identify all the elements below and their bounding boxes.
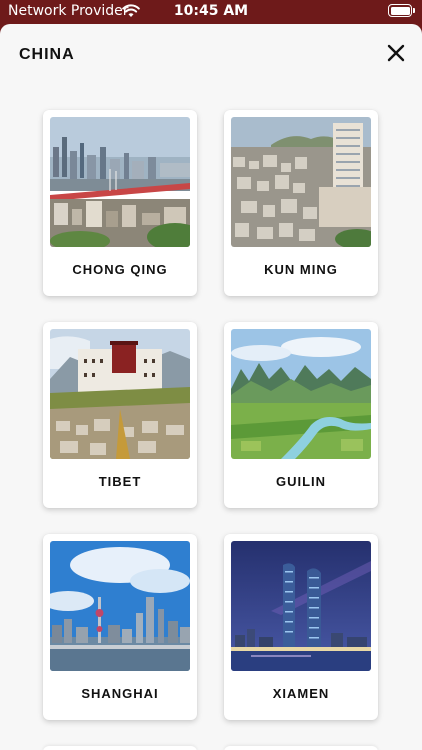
page-title: CHINA bbox=[19, 46, 75, 63]
chong-qing-image bbox=[50, 117, 190, 247]
destination-label: KUN MING bbox=[264, 262, 338, 277]
close-icon[interactable] bbox=[384, 41, 408, 65]
destination-label: CHONG QING bbox=[72, 262, 168, 277]
destination-label: GUILIN bbox=[275, 474, 327, 489]
destination-card-kun-ming[interactable]: KUN MING bbox=[224, 110, 378, 296]
shanghai-image bbox=[50, 541, 190, 671]
destination-card-guilin[interactable]: GUILIN bbox=[224, 322, 378, 508]
tibet-image bbox=[50, 329, 190, 459]
xiamen-image bbox=[231, 541, 371, 671]
destination-label: XIAMEN bbox=[272, 686, 330, 701]
guilin-image bbox=[231, 329, 371, 459]
next-card-peek bbox=[43, 746, 197, 750]
destination-card-xiamen[interactable]: XIAMEN bbox=[224, 534, 378, 720]
destination-sheet: CHINA CHONG QING KUN MING TIBET GUILIN S… bbox=[0, 24, 422, 750]
battery-icon bbox=[388, 4, 415, 17]
next-card-peek bbox=[224, 746, 378, 750]
destination-card-chong-qing[interactable]: CHONG QING bbox=[43, 110, 197, 296]
destination-label: TIBET bbox=[98, 474, 142, 489]
destination-card-tibet[interactable]: TIBET bbox=[43, 322, 197, 508]
status-bar: Network Provider 10:45 AM bbox=[0, 0, 422, 22]
destination-label: SHANGHAI bbox=[81, 686, 159, 701]
kun-ming-image bbox=[231, 117, 371, 247]
status-time: 10:45 AM bbox=[173, 3, 249, 19]
destination-card-shanghai[interactable]: SHANGHAI bbox=[43, 534, 197, 720]
